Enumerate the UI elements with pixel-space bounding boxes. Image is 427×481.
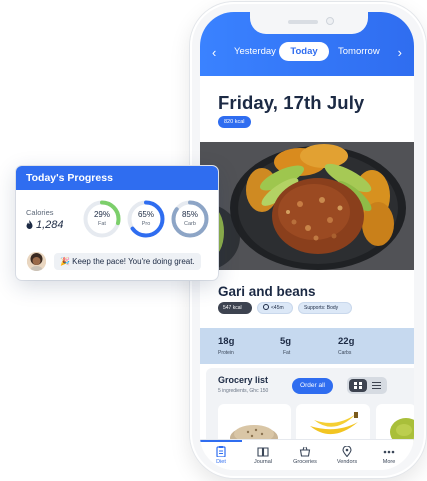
prep-time-badge: <45m [257,302,293,314]
protein-label: Protein [218,350,234,356]
tab-label: Journal [253,459,273,465]
tab-label: More [382,459,396,465]
grocery-item-bananas[interactable] [296,404,370,444]
tab-more[interactable]: More [368,440,410,470]
grocery-subtitle: 5 ingredients, Ghc 150 [218,388,269,394]
basket-icon [299,446,311,457]
protein-ring-graphic [127,200,165,238]
grid-icon[interactable] [349,379,367,392]
phone-mockup: ‹ Yesterday Today Tomorrow › Friday, 17t… [190,2,426,478]
camera-icon [326,17,334,25]
meal-photo-illustration [200,142,414,270]
tab-groceries[interactable]: Groceries [284,440,326,470]
clock-icon [263,304,269,310]
book-icon [257,447,269,457]
order-all-button[interactable]: Order all [292,378,333,394]
tab-vendors[interactable]: Vendors [326,440,368,470]
page-title: Friday, 17th July [218,92,365,113]
fat-value: 5g [280,336,292,347]
app-screen: ‹ Yesterday Today Tomorrow › Friday, 17t… [200,12,414,470]
macros-band: 18g Protein 5g Fat 22g Carbs [200,328,414,364]
carbs-value: 22g [338,336,355,347]
bananas-image [310,412,358,435]
speaker-grille [288,20,318,24]
tab-today[interactable]: Today [279,42,329,61]
tab-tomorrow[interactable]: Tomorrow [338,46,380,57]
view-toggle [347,377,387,394]
flame-icon [26,220,33,229]
clipboard-icon [216,446,226,457]
motivation-message: 🎉 Keep the pace! You're doing great. [54,253,201,270]
carb-ring-graphic [171,200,209,238]
avatar [27,252,46,271]
tab-label: Diet [216,459,226,465]
tab-label: Vendors [336,459,358,465]
phone-notch [250,12,368,34]
meal-photo[interactable] [200,142,414,270]
meal-name[interactable]: Gari and beans [218,284,316,299]
calories-label: Calories [26,208,54,217]
more-icon [383,450,395,454]
tab-journal[interactable]: Journal [242,440,284,470]
fat-percent: 29% [93,210,110,219]
grocery-item-pear[interactable] [376,404,414,444]
carbs-label: Carbs [338,350,352,356]
carb-percent: 85% [181,210,198,219]
supports-badge: Supports: Body [298,302,352,314]
protein-percent: 65% [137,210,154,219]
protein-ring-label: Pro [141,221,151,227]
tab-yesterday[interactable]: Yesterday [234,46,276,57]
chevron-right-icon[interactable]: › [398,46,402,60]
tab-label: Groceries [293,459,317,465]
fat-label: Fat [283,350,291,356]
card-title: Today's Progress [26,172,113,184]
tab-diet[interactable]: Diet [200,440,242,470]
calories-number: 1,284 [36,219,64,231]
protein-value: 18g [218,336,235,347]
prep-time-text: <45m [271,305,284,311]
fat-ring: 29% Fat [82,199,122,239]
carb-ring: 85% Carb [170,199,210,239]
protein-ring: 65% Pro [126,199,166,239]
day-kcal-badge: 820 kcal [218,116,251,128]
grocery-item-grains[interactable] [218,404,291,444]
carb-ring-label: Carb [184,221,196,227]
bottom-tab-bar: Diet Journal Groceries Vendors More [200,440,414,470]
fat-ring-label: Fat [98,221,106,227]
progress-card: Today's Progress Calories 1,284 29% Fat … [16,166,218,280]
meal-kcal-badge: 547 kcal [218,302,252,314]
grains-image [230,425,278,444]
location-pin-icon [342,446,352,457]
calories-value: 1,284 [26,219,64,231]
grocery-title: Grocery list [218,375,269,385]
fat-ring-graphic [83,200,121,238]
avatar-portrait [27,252,46,271]
chevron-left-icon[interactable]: ‹ [212,46,216,60]
pear-image [390,418,414,444]
